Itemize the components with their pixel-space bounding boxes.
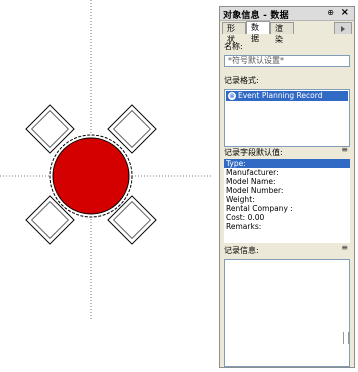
name-input[interactable]: *符号默认设置*	[224, 55, 350, 67]
round-table	[49, 134, 133, 218]
record-format-list[interactable]: ⊗ Event Planning Record	[224, 89, 350, 147]
record-info-label: 记录信息:	[224, 246, 259, 255]
record-item-label: Event Planning Record	[238, 91, 323, 100]
record-format-label: 记录格式:	[224, 76, 259, 85]
field-row[interactable]: Model Number:	[224, 186, 350, 195]
pin-icon[interactable]: ⊕	[327, 8, 334, 17]
record-info-box[interactable]	[224, 259, 350, 367]
field-row[interactable]: Remarks:	[224, 222, 350, 231]
menu-icon[interactable]: ≡	[341, 145, 348, 154]
field-values-label: 记录字段默认值:	[224, 148, 283, 157]
close-icon[interactable]: ×	[341, 7, 349, 18]
field-row[interactable]: Model Name:	[224, 177, 350, 186]
tab-render[interactable]: 渲染	[270, 22, 294, 44]
check-icon[interactable]: ⊗	[228, 92, 236, 100]
field-row[interactable]: Rental Company :	[224, 204, 350, 213]
palette-titlebar[interactable]: 对象信息 - 数据 ⊕ ×	[220, 7, 354, 21]
field-row[interactable]: Weight:	[224, 195, 350, 204]
field-row[interactable]: Cost: 0.00	[224, 213, 350, 222]
tab-shape[interactable]: 形状	[222, 22, 246, 44]
object-info-palette: 对象信息 - 数据 ⊕ × 形状 数据 渲染 名称: *符号默认设置* 记录格式…	[219, 6, 355, 368]
field-row[interactable]: Type:	[224, 159, 350, 168]
tab-data[interactable]: 数据	[246, 21, 270, 43]
palette-title: 对象信息 - 数据	[223, 11, 289, 21]
record-item-selected[interactable]: ⊗ Event Planning Record	[226, 91, 348, 101]
name-label: 名称:	[224, 42, 243, 51]
table-symbol-drawing[interactable]	[0, 0, 218, 372]
tab-more-arrow-icon[interactable]	[334, 22, 352, 34]
field-values-list[interactable]: Type: Manufacturer: Model Name: Model Nu…	[224, 159, 350, 243]
menu-icon[interactable]: ≡	[341, 243, 348, 252]
palette-tabs: 形状 数据 渲染	[222, 21, 352, 44]
drawing-canvas[interactable]	[0, 0, 218, 372]
resize-grip-icon[interactable]	[343, 332, 349, 344]
field-row[interactable]: Manufacturer:	[224, 168, 350, 177]
